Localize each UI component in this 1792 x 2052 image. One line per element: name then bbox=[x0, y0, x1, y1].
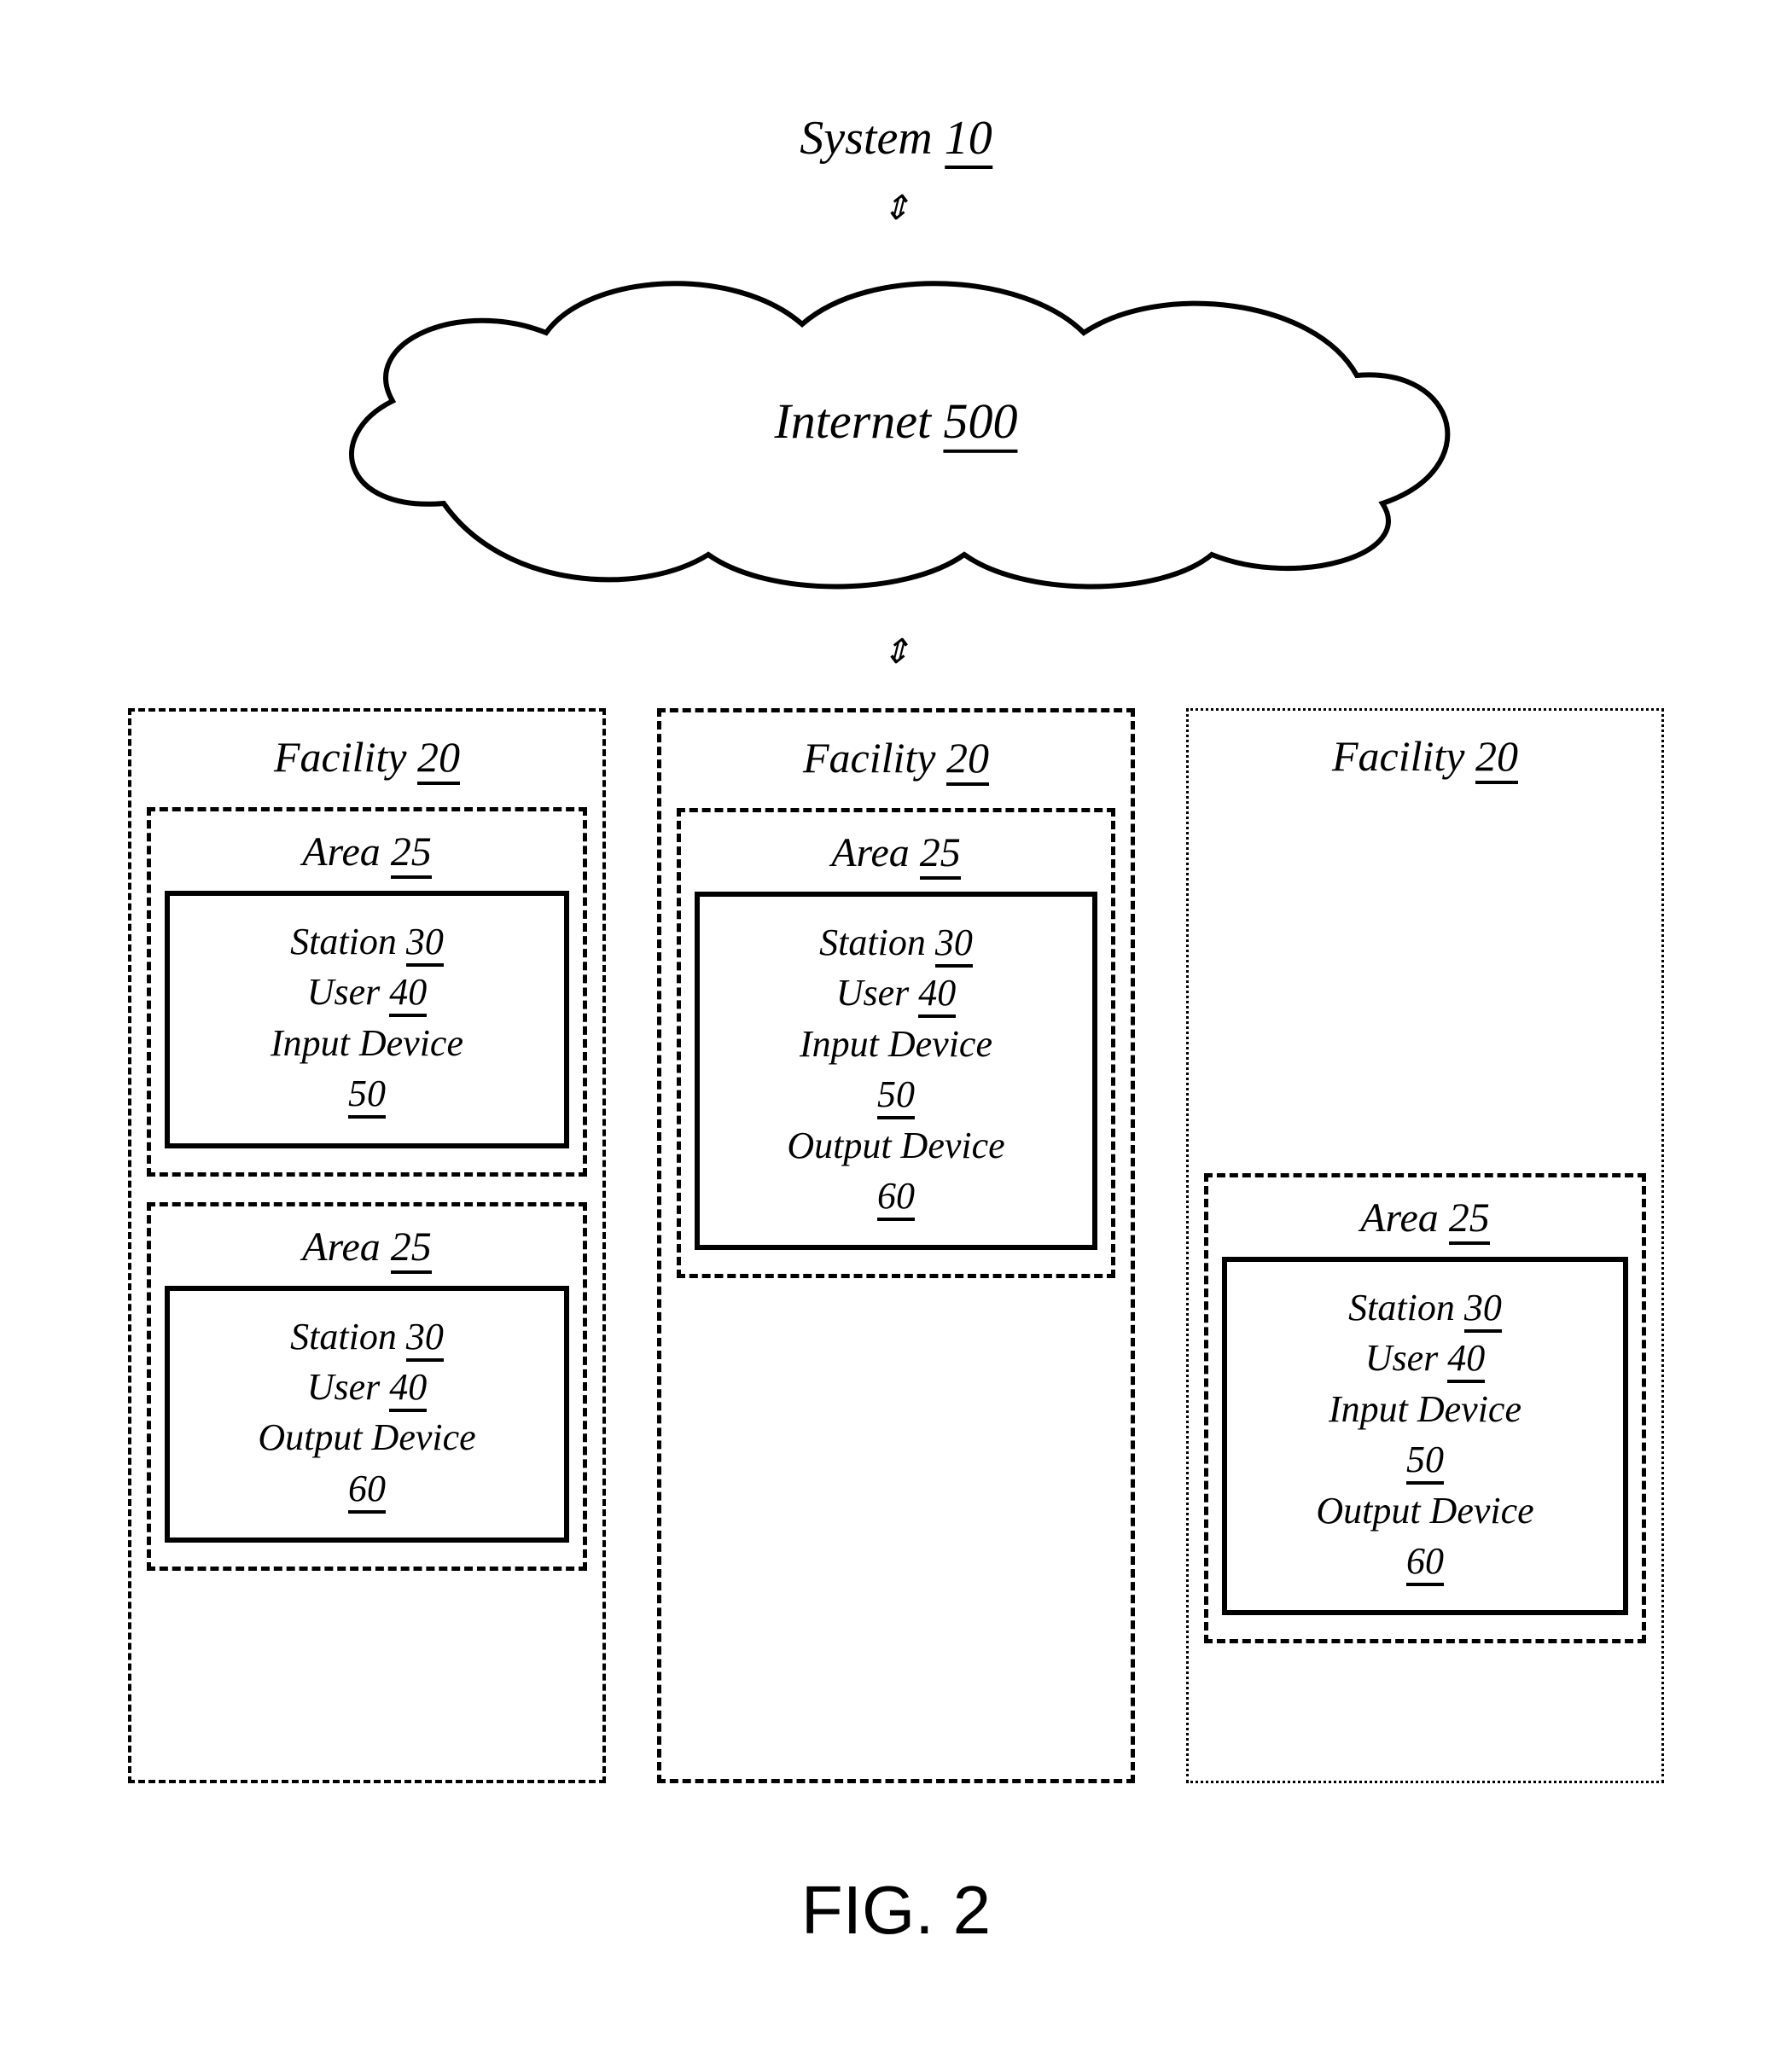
internet-cloud: Internet 500 bbox=[290, 247, 1502, 606]
station-box: Station 30 User 40 Output Device60 bbox=[165, 1286, 569, 1543]
area-box: Area 25 Station 30 User 40 Input Device5… bbox=[1204, 1173, 1646, 1643]
figure-caption: FIG. 2 bbox=[801, 1871, 991, 1950]
area-box: Area 25 Station 30 User 40 Input Device5… bbox=[147, 807, 587, 1177]
facilities-row: Facility 20 Area 25 Station 30 User 40 I… bbox=[128, 708, 1664, 1783]
system-label: System 10 bbox=[800, 111, 992, 166]
area-box: Area 25 Station 30 User 40 Input Device5… bbox=[677, 808, 1115, 1278]
facility-box: Facility 20 Area 25 Station 30 User 40 I… bbox=[1186, 708, 1664, 1783]
station-box: Station 30 User 40 Input Device50 Output… bbox=[695, 892, 1097, 1250]
facility-box: Facility 20 Area 25 Station 30 User 40 I… bbox=[128, 708, 606, 1783]
station-box: Station 30 User 40 Input Device50 Output… bbox=[1222, 1257, 1628, 1615]
area-box: Area 25 Station 30 User 40 Output Device… bbox=[147, 1202, 587, 1572]
arrow-up-down-icon: ⇕ bbox=[881, 631, 911, 671]
station-box: Station 30 User 40 Input Device50 bbox=[165, 891, 569, 1148]
facility-box: Facility 20 Area 25 Station 30 User 40 I… bbox=[657, 708, 1135, 1783]
arrow-up-down-icon: ⇕ bbox=[881, 188, 911, 228]
